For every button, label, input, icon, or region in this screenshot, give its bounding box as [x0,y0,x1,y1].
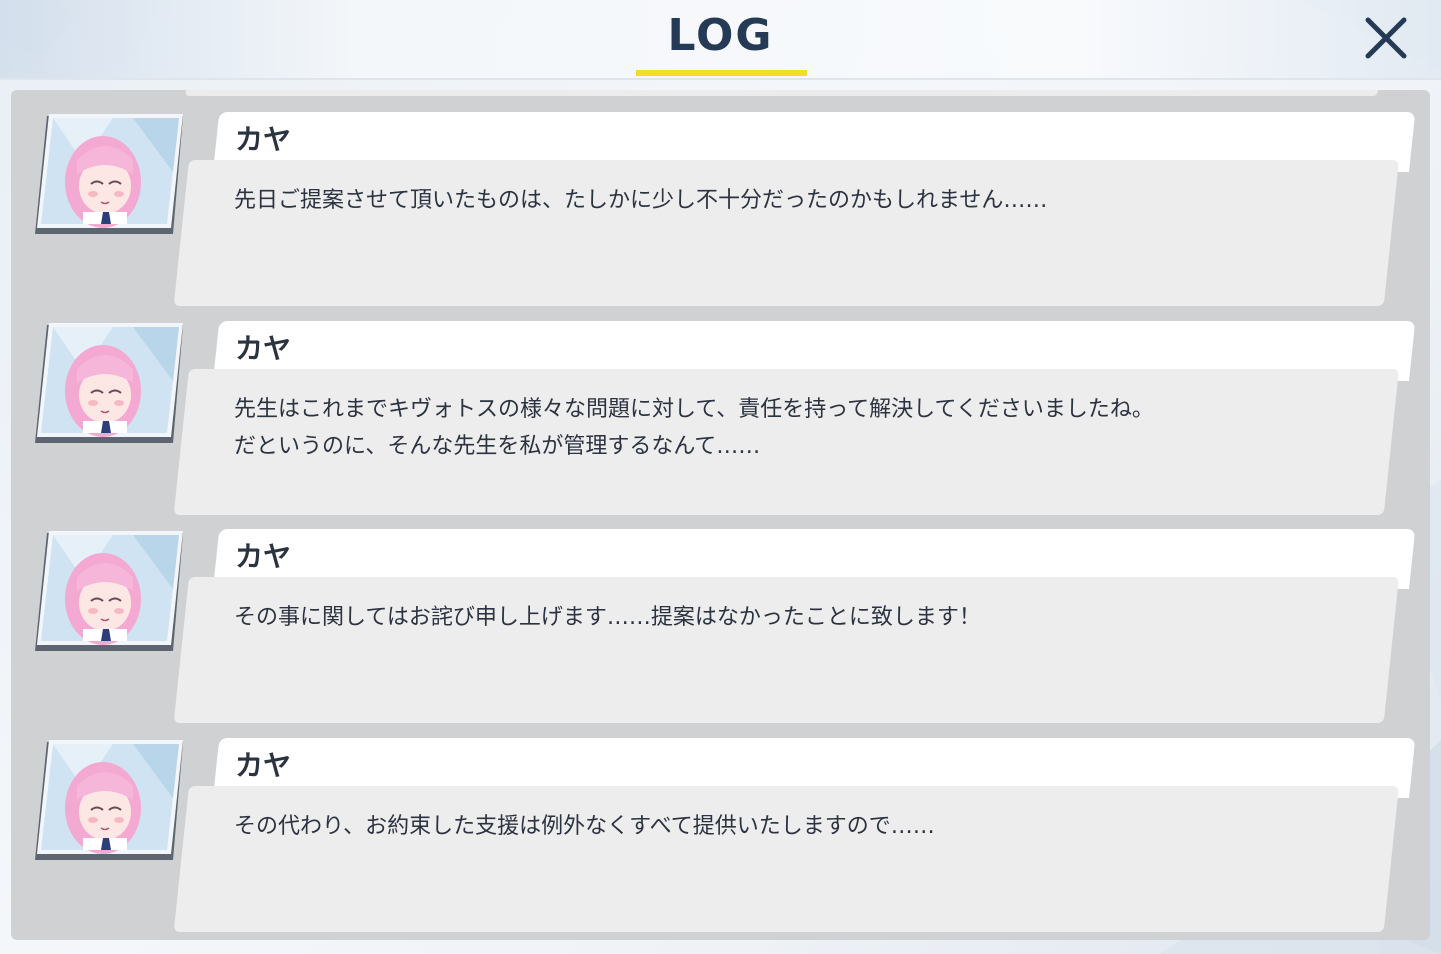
log-entry: カヤ 先日ご提案させて頂いたものは、たしかに少し不十分だったのかもしれません…… [11,112,1430,312]
character-avatar[interactable] [33,738,183,864]
previous-entry-edge [185,90,1379,96]
speaker-name: カヤ [235,332,292,365]
speaker-name: カヤ [235,749,292,782]
log-panel[interactable]: カヤ 先日ご提案させて頂いたものは、たしかに少し不十分だったのかもしれません…… [11,90,1430,940]
log-entry: カヤ その代わり、お約束した支援は例外なくすべて提供いたしますので…… [11,738,1430,938]
message-text: その代わり、お約束した支援は例外なくすべて提供いたしますので…… [234,814,935,839]
message-text: 先日ご提案させて頂いたものは、たしかに少し不十分だったのかもしれません…… [234,188,1048,213]
message-text: その事に関してはお詫び申し上げます……提案はなかったことに致します！ [234,605,981,630]
title-underline [636,70,807,76]
close-icon [1365,17,1407,59]
log-entry: カヤ 先生はこれまでキヴォトスの様々な問題に対して、責任を持って解決してください… [11,321,1430,521]
speech-tail [195,583,217,619]
log-entry: カヤ その事に関してはお詫び申し上げます……提案はなかったことに致します！ [11,529,1430,729]
close-button[interactable] [1358,10,1414,66]
speaker-name: カヤ [235,540,292,573]
speech-tail [195,166,217,202]
character-avatar[interactable] [33,112,183,238]
speech-tail [195,792,217,828]
message-text: 先生はこれまでキヴォトスの様々な問題に対して、責任を持って解決してくださいました… [234,397,1154,459]
speech-tail [195,375,217,411]
character-avatar[interactable] [33,529,183,655]
character-avatar[interactable] [33,321,183,447]
speaker-name: カヤ [235,123,292,156]
page-title: LOG [667,10,774,61]
